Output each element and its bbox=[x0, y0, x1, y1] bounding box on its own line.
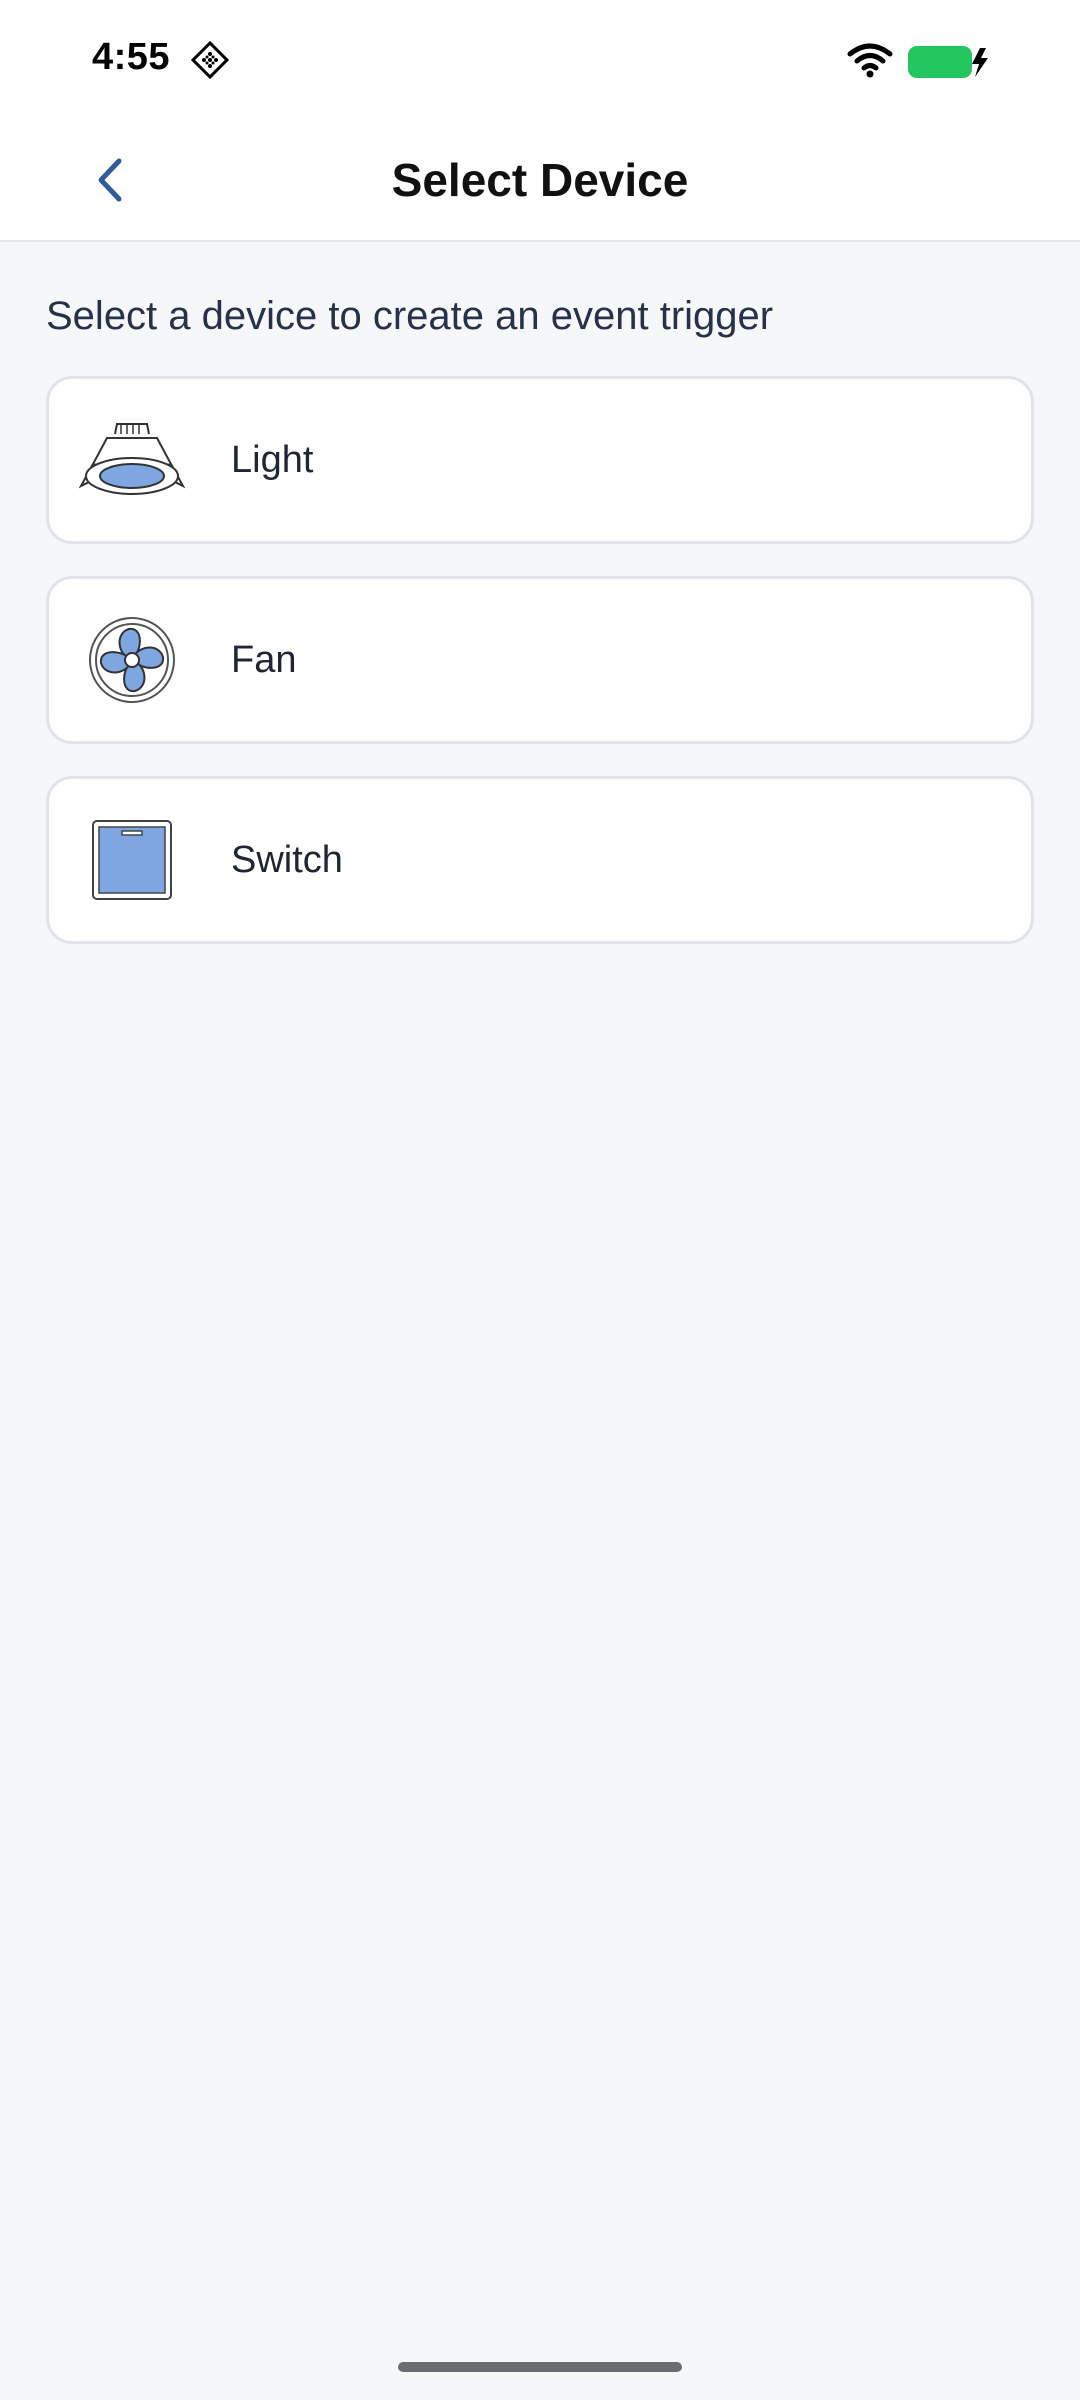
device-label: Switch bbox=[231, 838, 343, 881]
instruction-text: Select a device to create an event trigg… bbox=[46, 294, 774, 338]
home-indicator[interactable] bbox=[398, 2362, 682, 2372]
status-time: 4:55 bbox=[92, 36, 171, 78]
chevron-left-icon bbox=[98, 158, 122, 202]
device-card-light[interactable]: Light bbox=[46, 376, 1034, 544]
notification-icon bbox=[190, 40, 230, 80]
header: Select Device bbox=[0, 120, 1080, 242]
wifi-icon bbox=[847, 43, 893, 78]
device-list: Light Fan Switch bbox=[46, 376, 1034, 976]
device-label: Fan bbox=[231, 638, 297, 681]
switch-icon bbox=[77, 805, 187, 915]
back-button[interactable] bbox=[80, 150, 140, 210]
device-card-fan[interactable]: Fan bbox=[46, 576, 1034, 744]
fan-icon bbox=[77, 605, 187, 715]
battery-charging-icon bbox=[908, 46, 988, 78]
status-bar: 4:55 bbox=[0, 0, 1080, 120]
light-icon bbox=[77, 405, 187, 515]
device-card-switch[interactable]: Switch bbox=[46, 776, 1034, 944]
device-label: Light bbox=[231, 438, 314, 481]
page-title: Select Device bbox=[391, 154, 689, 206]
